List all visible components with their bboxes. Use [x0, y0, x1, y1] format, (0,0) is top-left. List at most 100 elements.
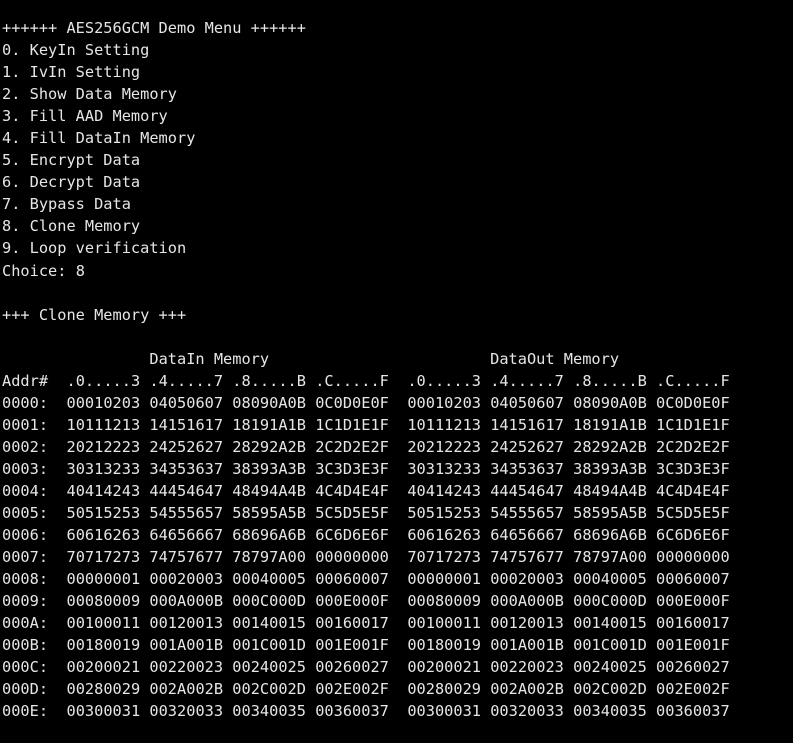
- dataout-cell: 00060007: [656, 570, 730, 589]
- datain-cell: 00000001: [66, 570, 141, 589]
- dataout-cell: 58595A5B: [573, 504, 647, 523]
- dataout-cell: 3C3D3E3F: [656, 459, 730, 478]
- datain-cell: 00200021: [66, 658, 141, 677]
- dataout-cell: 10111213: [407, 415, 481, 434]
- datain-cell: 00320033: [149, 702, 224, 721]
- dataout-cell: 4C4D4E4F: [656, 481, 730, 500]
- choice-prompt[interactable]: Choice: 8: [2, 260, 793, 282]
- datain-cell: 000E000F: [315, 592, 389, 611]
- dataout-cell: 00100011: [407, 614, 481, 633]
- dataout-cell: 1C1D1E1F: [656, 415, 730, 434]
- row-address: 0003:: [2, 459, 49, 478]
- choice-label: Choice:: [2, 261, 67, 280]
- dataout-cell: 24252627: [490, 437, 564, 456]
- datain-cell: 4C4D4E4F: [315, 481, 389, 500]
- table-row: 000C: 00200021 00220023 00240025 0026002…: [2, 656, 793, 678]
- dataout-cell: 00280029: [407, 680, 481, 699]
- datain-cell: 00300031: [66, 702, 141, 721]
- dataout-cell: 08090A0B: [573, 393, 647, 412]
- datain-col-0: .0.....3: [66, 371, 141, 390]
- row-address: 0009:: [2, 592, 49, 611]
- datain-col-1: .4.....7: [149, 371, 224, 390]
- datain-cell: 00060007: [315, 570, 389, 589]
- dataout-col-1: .4.....7: [490, 371, 564, 390]
- dataout-cell: 00340035: [573, 702, 647, 721]
- dataout-cell: 54555657: [490, 504, 564, 523]
- dataout-cell: 00220023: [490, 658, 564, 677]
- dataout-cell: 00080009: [407, 592, 481, 611]
- datain-cell: 68696A6B: [232, 526, 306, 545]
- datain-cell: 78797A00: [232, 548, 306, 567]
- datain-cell: 000C000D: [232, 592, 306, 611]
- dataout-cell: 000A000B: [490, 592, 564, 611]
- datain-cell: 00100011: [66, 614, 141, 633]
- datain-cell: 0C0D0E0F: [315, 393, 389, 412]
- dataout-cell: 00010203: [407, 393, 481, 412]
- datain-cell: 54555657: [149, 504, 224, 523]
- datain-cell: 5C5D5E5F: [315, 504, 389, 523]
- datain-cell: 00220023: [149, 658, 224, 677]
- table-row: 0006: 60616263 64656667 68696A6B 6C6D6E6…: [2, 524, 793, 546]
- datain-cell: 44454647: [149, 481, 224, 500]
- datain-cell: 08090A0B: [232, 393, 306, 412]
- datain-cell: 2C2D2E2F: [315, 437, 389, 456]
- dataout-cell: 60616263: [407, 526, 481, 545]
- row-address: 0007:: [2, 548, 49, 567]
- datain-cell: 001C001D: [232, 636, 306, 655]
- dataout-cell: 34353637: [490, 459, 564, 478]
- dataout-cell: 50515253: [407, 504, 481, 523]
- table-row: 0007: 70717273 74757677 78797A00 0000000…: [2, 546, 793, 568]
- dataout-cell: 001C001D: [573, 636, 647, 655]
- datain-cell: 24252627: [149, 437, 224, 456]
- datain-cell: 34353637: [149, 459, 224, 478]
- datain-cell: 00140015: [232, 614, 306, 633]
- datain-cell: 10111213: [66, 415, 141, 434]
- dataout-cell: 64656667: [490, 526, 564, 545]
- dataout-cell: 00200021: [407, 658, 481, 677]
- dataout-col-0: .0.....3: [407, 371, 481, 390]
- dataout-cell: 00120013: [490, 614, 564, 633]
- dataout-cell: 04050607: [490, 393, 564, 412]
- dataout-cell: 001E001F: [656, 636, 730, 655]
- table-title-row: DataIn Memory DataOut Memory: [2, 348, 793, 370]
- dataout-cell: 40414243: [407, 481, 481, 500]
- datain-cell: 00240025: [232, 658, 306, 677]
- dataout-cell: 6C6D6E6F: [656, 526, 730, 545]
- dataout-cell: 00140015: [573, 614, 647, 633]
- row-address: 0008:: [2, 570, 49, 589]
- datain-col-2: .8.....B: [232, 371, 306, 390]
- datain-cell: 64656667: [149, 526, 224, 545]
- addr-header: Addr#: [2, 371, 49, 390]
- row-address: 000C:: [2, 658, 49, 677]
- dataout-cell: 44454647: [490, 481, 564, 500]
- menu-item-decrypt: 6. Decrypt Data: [2, 173, 141, 192]
- table-row: 0009: 00080009 000A000B 000C000D 000E000…: [2, 590, 793, 612]
- table-row: 0005: 50515253 54555657 58595A5B 5C5D5E5…: [2, 502, 793, 524]
- row-address: 0005:: [2, 504, 49, 523]
- datain-cell: 48494A4B: [232, 481, 306, 500]
- row-address: 0006:: [2, 526, 49, 545]
- dataout-cell: 000C000D: [573, 592, 647, 611]
- datain-title: DataIn Memory: [149, 349, 270, 368]
- table-row: 0003: 30313233 34353637 38393A3B 3C3D3E3…: [2, 458, 793, 480]
- datain-cell: 18191A1B: [232, 415, 306, 434]
- datain-cell: 04050607: [149, 393, 224, 412]
- dataout-cell: 00300031: [407, 702, 481, 721]
- menu-item-keyin: 0. KeyIn Setting: [2, 41, 150, 60]
- menu-title: ++++++ AES256GCM Demo Menu ++++++: [2, 19, 306, 37]
- dataout-cell: 48494A4B: [573, 481, 647, 500]
- dataout-cell: 00000001: [407, 570, 481, 589]
- table-row: 0000: 00010203 04050607 08090A0B 0C0D0E0…: [2, 392, 793, 414]
- table-row: 0001: 10111213 14151617 18191A1B 1C1D1E1…: [2, 414, 793, 436]
- datain-cell: 3C3D3E3F: [315, 459, 389, 478]
- datain-cell: 00010203: [66, 393, 141, 412]
- menu-item-clone: 8. Clone Memory: [2, 217, 141, 236]
- datain-cell: 00000000: [315, 548, 389, 567]
- datain-cell: 00280029: [66, 680, 141, 699]
- datain-cell: 00340035: [232, 702, 306, 721]
- dataout-cell: 30313233: [407, 459, 481, 478]
- dataout-cell: 78797A00: [573, 548, 647, 567]
- dataout-cell: 70717273: [407, 548, 481, 567]
- datain-cell: 00040005: [232, 570, 306, 589]
- menu-item-bypass: 7. Bypass Data: [2, 195, 131, 214]
